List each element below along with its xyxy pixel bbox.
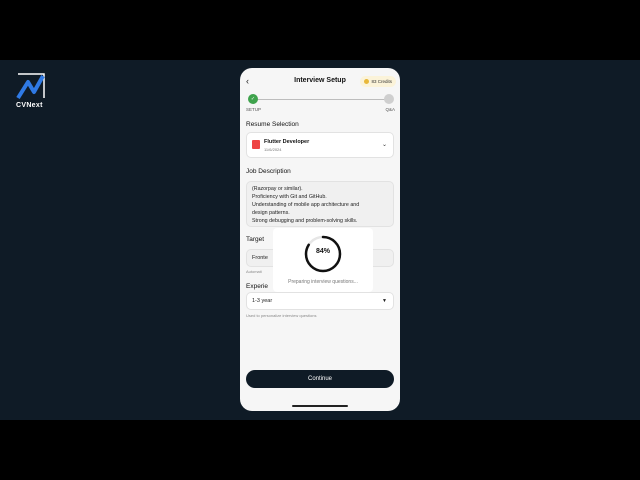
step-progress-track: [254, 99, 388, 100]
job-description-label: Job Description: [246, 168, 291, 175]
target-hint: Automati: [246, 269, 262, 274]
app-background: CVNext ‹ Interview Setup 83 Credits ✓ SE…: [0, 60, 640, 420]
logo-mark-icon: [16, 72, 46, 100]
jd-line: Strong debugging and problem-solving ski…: [252, 218, 358, 224]
brand-logo: CVNext: [16, 72, 50, 109]
resume-title: Flutter Developer: [264, 139, 310, 145]
jd-line: (Razorpay or similar).: [252, 186, 303, 192]
step-label-setup: SETUP: [246, 107, 262, 112]
target-role-value: Fronte: [252, 255, 268, 261]
step-qa-indicator: [384, 94, 394, 104]
resume-dropdown[interactable]: Flutter Developer 11/6/2024 ⌄: [246, 132, 394, 158]
jd-line: Proficiency with Git and GitHub.: [252, 194, 327, 200]
credits-badge[interactable]: 83 Credits: [360, 76, 396, 87]
app-header: ‹ Interview Setup 83 Credits: [240, 68, 400, 94]
job-description-textarea[interactable]: (Razorpay or similar). Proficiency with …: [246, 181, 394, 227]
loading-message: Preparing interview questions...: [288, 279, 358, 285]
credit-coin-icon: [364, 79, 370, 85]
loading-dialog: 84% Preparing interview questions...: [273, 228, 373, 292]
jd-line: Understanding of mobile app architecture…: [252, 202, 360, 208]
step-label-qa: Q&A: [385, 107, 395, 112]
experience-section-label: Experie: [246, 283, 269, 290]
pdf-file-icon: [252, 140, 260, 149]
credits-text: 83 Credits: [371, 79, 392, 84]
resume-section-label: Resume Selection: [246, 121, 299, 128]
jd-line: design patterns.: [252, 210, 290, 216]
chevron-down-icon: ⌄: [381, 142, 387, 148]
caret-down-icon: ▼: [382, 298, 387, 304]
step-setup-check-icon: ✓: [248, 94, 258, 104]
resume-date: 11/6/2024: [264, 147, 282, 152]
experience-select[interactable]: 1-3 year ▼: [246, 292, 394, 310]
target-section-label: Target: [246, 236, 265, 243]
progress-percent: 84%: [315, 248, 330, 255]
continue-button[interactable]: Continue: [246, 370, 394, 388]
experience-value: 1-3 year: [252, 298, 273, 304]
phone-screen: ‹ Interview Setup 83 Credits ✓ SETUP Q&A…: [240, 68, 400, 411]
experience-hint: Used to personalize interview questions: [246, 313, 317, 318]
brand-name: CVNext: [16, 102, 43, 109]
home-indicator: [292, 405, 348, 407]
